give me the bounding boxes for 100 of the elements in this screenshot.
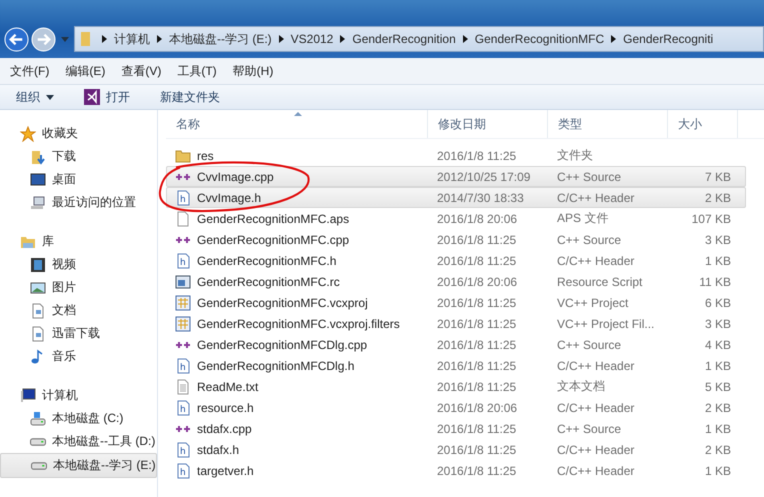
size-cell-text: 1 KB bbox=[704, 464, 732, 478]
type-cell-text: 文件夹 bbox=[556, 147, 594, 164]
sidebar-item[interactable]: 本地磁盘 (C:) bbox=[0, 407, 157, 430]
date-cell-text: 2016/1/8 11:25 bbox=[436, 338, 518, 352]
breadcrumb-item[interactable]: GenderRecogniti bbox=[623, 32, 714, 46]
file-row[interactable]: res 2016/1/8 11:25 文件夹 bbox=[166, 145, 746, 166]
document-icon bbox=[30, 326, 46, 342]
type-cell-text: C/C++ Header bbox=[556, 464, 636, 478]
column-header[interactable]: 类型 bbox=[548, 110, 668, 138]
size-cell-text: 2 KB bbox=[704, 442, 732, 456]
file-row[interactable]: GenderRecognitionMFC.vcxproj 2016/1/8 11:25 VC++ Project 6 KB bbox=[166, 292, 746, 313]
picture-icon bbox=[30, 280, 46, 296]
date-cell-text: 2012/10/25 17:09 bbox=[436, 170, 532, 184]
breadcrumb-item[interactable]: GenderRecognitionMFC bbox=[474, 32, 604, 46]
breadcrumb-item[interactable]: 计算机 bbox=[114, 30, 150, 48]
size-cell-text: 4 KB bbox=[704, 338, 732, 352]
toolbar-button[interactable]: 打开 bbox=[76, 86, 138, 108]
sidebar-item[interactable]: 下载 bbox=[0, 145, 157, 168]
header-file-icon: h bbox=[175, 358, 191, 374]
sort-arrow-icon bbox=[294, 112, 302, 116]
visual-studio-icon bbox=[84, 89, 100, 105]
chevron-icon bbox=[157, 35, 162, 43]
file-row[interactable]: h targetver.h 2016/1/8 11:25 C/C++ Header 1 KB bbox=[166, 460, 746, 481]
type-cell-text: Resource Script bbox=[556, 274, 644, 288]
project-icon bbox=[175, 316, 191, 332]
chevron-icon bbox=[102, 35, 107, 43]
file-name: CvvImage.h bbox=[197, 190, 262, 204]
file-row[interactable]: h stdafx.h 2016/1/8 11:25 C/C++ Header 2 KB bbox=[166, 439, 746, 460]
file-name: targetver.h bbox=[197, 464, 254, 478]
type-cell-text: VC++ Project Fil... bbox=[556, 316, 656, 330]
menu-item[interactable]: 编辑(E) bbox=[65, 62, 106, 80]
folder-download-icon bbox=[30, 148, 46, 164]
date-cell-text: 2016/1/8 11:25 bbox=[436, 380, 518, 394]
chevron-icon bbox=[611, 35, 616, 43]
breadcrumb-item[interactable]: VS2012 bbox=[290, 32, 334, 46]
type-cell-text: C++ Source bbox=[556, 338, 622, 352]
type-cell-text: C/C++ Header bbox=[556, 358, 636, 372]
file-row[interactable]: ReadMe.txt 2016/1/8 11:25 文本文档 5 KB bbox=[166, 376, 746, 397]
date-cell-text: 2016/1/8 11:25 bbox=[436, 232, 518, 246]
file-row[interactable]: GenderRecognitionMFCDlg.cpp 2016/1/8 11:25 C++ Source 4 KB bbox=[166, 334, 746, 355]
computer-icon bbox=[30, 194, 46, 210]
menu-item[interactable]: 工具(T) bbox=[177, 62, 217, 80]
address-bar[interactable]: 计算机 本地磁盘--学习 (E:) VS2012 GenderRecognition GenderRecognitionMFC GenderRecogniti bbox=[74, 26, 764, 52]
menu-item[interactable]: 查看(V) bbox=[121, 62, 162, 80]
type-cell-text: VC++ Project bbox=[556, 296, 630, 310]
file-row[interactable]: h GenderRecognitionMFCDlg.h 2016/1/8 11:25 C/C++ Header 1 KB bbox=[166, 355, 746, 376]
sidebar-item[interactable]: 本地磁盘--学习 (E:) bbox=[0, 453, 157, 478]
breadcrumb-item[interactable]: 本地磁盘--学习 (E:) bbox=[169, 30, 272, 48]
size-cell-text: 3 KB bbox=[704, 316, 732, 330]
file-row[interactable]: h CvvImage.h 2014/7/30 18:33 C/C++ Header 2 KB bbox=[166, 187, 746, 208]
size-cell-text: 11 KB bbox=[698, 274, 732, 288]
computer-icon bbox=[20, 388, 36, 404]
size-cell-text: 1 KB bbox=[704, 254, 732, 268]
file-row[interactable]: GenderRecognitionMFC.cpp 2016/1/8 11:25 C++ Source 3 KB bbox=[166, 229, 746, 250]
column-header[interactable]: 大小 bbox=[668, 110, 738, 138]
date-cell-text: 2016/1/8 11:25 bbox=[436, 316, 518, 330]
type-cell-text: APS 文件 bbox=[556, 210, 610, 227]
window-icon bbox=[175, 274, 191, 290]
header-file-icon: h bbox=[175, 462, 191, 478]
file-name: GenderRecognitionMFC.rc bbox=[197, 274, 340, 288]
document-icon bbox=[30, 302, 46, 318]
column-header[interactable]: 修改日期 bbox=[428, 110, 548, 138]
film-icon bbox=[30, 256, 46, 272]
file-name: GenderRecognitionMFC.cpp bbox=[197, 232, 350, 246]
toolbar-button[interactable]: 新建文件夹 bbox=[152, 86, 228, 108]
date-cell-text: 2016/1/8 20:06 bbox=[436, 274, 518, 288]
file-name: GenderRecognitionMFC.vcxproj.filters bbox=[197, 316, 400, 330]
sidebar-item[interactable]: 桌面 bbox=[0, 168, 157, 191]
sidebar-item[interactable]: 最近访问的位置 bbox=[0, 191, 157, 214]
sidebar-group[interactable]: 收藏夹 bbox=[0, 122, 157, 145]
toolbar-button[interactable]: 组织 bbox=[8, 86, 62, 108]
file-row[interactable]: h resource.h 2016/1/8 20:06 C/C++ Header 2 KB bbox=[166, 397, 746, 418]
sidebar-group[interactable]: 计算机 bbox=[0, 384, 157, 407]
drive-icon bbox=[30, 410, 46, 426]
date-cell-text: 2016/1/8 11:25 bbox=[436, 464, 518, 478]
sidebar-item[interactable]: 本地磁盘--工具 (D:) bbox=[0, 430, 157, 453]
sidebar-item[interactable]: 视频 bbox=[0, 253, 157, 276]
size-cell-text: 6 KB bbox=[704, 296, 732, 310]
sidebar-group[interactable]: 库 bbox=[0, 230, 157, 253]
file-name: GenderRecognitionMFCDlg.h bbox=[197, 358, 354, 372]
file-row[interactable]: h GenderRecognitionMFC.h 2016/1/8 11:25 C/C++ Header 1 KB bbox=[166, 250, 746, 271]
menu-item[interactable]: 帮助(H) bbox=[232, 62, 274, 80]
type-cell-text: 文本文档 bbox=[556, 378, 606, 395]
breadcrumb-item[interactable]: GenderRecognition bbox=[352, 32, 456, 46]
sidebar-item[interactable]: 迅雷下载 bbox=[0, 322, 157, 345]
sidebar-item[interactable]: 图片 bbox=[0, 276, 157, 299]
date-cell-text: 2016/1/8 11:25 bbox=[436, 422, 518, 436]
file-name: GenderRecognitionMFC.aps bbox=[197, 212, 350, 226]
file-row[interactable]: stdafx.cpp 2016/1/8 11:25 C++ Source 1 KB bbox=[166, 418, 746, 439]
file-row[interactable]: GenderRecognitionMFC.rc 2016/1/8 20:06 Resource Script 11 KB bbox=[166, 271, 746, 292]
file-name: ReadMe.txt bbox=[197, 380, 258, 394]
file-row[interactable]: GenderRecognitionMFC.vcxproj.filters 2016/1/8 11:25 VC++ Project Fil... 3 KB bbox=[166, 313, 746, 334]
size-cell-text: 1 KB bbox=[704, 422, 732, 436]
size-cell-text: 107 KB bbox=[690, 212, 732, 226]
file-row[interactable]: GenderRecognitionMFC.aps 2016/1/8 20:06 APS 文件 107 KB bbox=[166, 208, 746, 229]
file-row[interactable]: CvvImage.cpp 2012/10/25 17:09 C++ Source 7 KB bbox=[166, 166, 746, 187]
sidebar-item[interactable]: 音乐 bbox=[0, 345, 157, 368]
document-icon bbox=[175, 378, 191, 394]
sidebar-item[interactable]: 文档 bbox=[0, 299, 157, 322]
menu-item[interactable]: 文件(F) bbox=[10, 62, 50, 80]
